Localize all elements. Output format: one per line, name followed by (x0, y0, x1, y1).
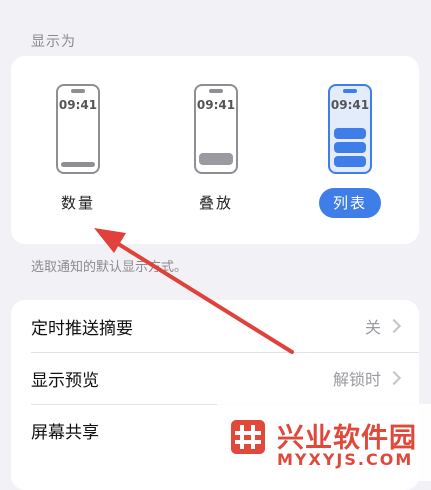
watermark-subtitle: MYXYJS.COM (277, 450, 414, 469)
watermark: 兴业软件园 MYXYJS.COM (217, 404, 431, 481)
hash-logo-icon (231, 420, 265, 454)
